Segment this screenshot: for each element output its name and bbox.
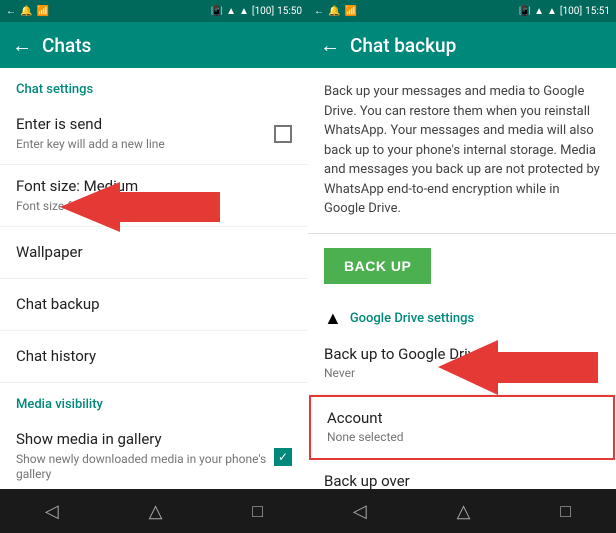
- backup-to-drive-text: Back up to Google Drive Never: [324, 345, 600, 382]
- data-icon: ▲: [239, 6, 249, 17]
- back-up-button[interactable]: BACK UP: [324, 248, 431, 284]
- backup-over-text: Back up over Wi-Fi only: [324, 472, 600, 489]
- back-arrow-status-r: ←: [314, 6, 324, 17]
- status-bar-left: ← 🔔 📶 📳 ▲ ▲ [100] 15:50: [0, 0, 308, 22]
- show-media-item[interactable]: Show media in gallery Show newly downloa…: [0, 418, 308, 489]
- enter-is-send-text: Enter is send Enter key will add a new l…: [16, 115, 274, 152]
- nav-bar-left: ◁ △ □: [0, 489, 308, 533]
- battery-icon: [100]: [252, 6, 274, 17]
- google-drive-section-header: ▲ Google Drive settings: [308, 298, 616, 333]
- toolbar-right: ← Chat backup: [308, 22, 616, 68]
- status-bar-left-icons: ← 🔔 📶: [6, 6, 49, 17]
- account-sublabel: None selected: [327, 430, 597, 446]
- show-media-text: Show media in gallery Show newly downloa…: [16, 430, 274, 483]
- chat-backup-text: Chat backup: [16, 295, 292, 315]
- nav-square-right[interactable]: □: [560, 501, 571, 522]
- backup-to-drive-sublabel: Never: [324, 366, 600, 382]
- chat-backup-label: Chat backup: [16, 295, 292, 315]
- enter-is-send-checkbox[interactable]: [274, 125, 292, 143]
- toolbar-title-left: Chats: [42, 34, 296, 57]
- wifi-icon: 📶: [36, 6, 48, 17]
- back-button-left[interactable]: ←: [12, 35, 32, 55]
- vibrate-icon: 📳: [211, 6, 223, 17]
- data-icon-r: ▲: [547, 6, 557, 17]
- toolbar-title-right: Chat backup: [350, 34, 604, 57]
- nav-back-left[interactable]: ◁: [45, 501, 59, 522]
- wallpaper-text: Wallpaper: [16, 243, 292, 263]
- nav-home-left[interactable]: △: [149, 501, 163, 522]
- wallpaper-label: Wallpaper: [16, 243, 292, 263]
- font-size-text: Font size: Medium Font size for chat scr…: [16, 177, 292, 214]
- backup-over-item[interactable]: Back up over Wi-Fi only: [308, 460, 616, 489]
- vibrate-icon-r: 📳: [519, 6, 531, 17]
- status-bar-right: ← 🔔 📶 📳 ▲ ▲ [100] 15:51: [308, 0, 616, 22]
- nav-square-left[interactable]: □: [252, 501, 263, 522]
- account-item[interactable]: Account None selected: [309, 395, 615, 460]
- chat-backup-item[interactable]: Chat backup: [0, 279, 308, 331]
- font-size-sublabel: Font size for chat screen: [16, 199, 292, 215]
- backup-description: Back up your messages and media to Googl…: [308, 68, 616, 234]
- show-media-sublabel: Show newly downloaded media in your phon…: [16, 452, 274, 483]
- chat-settings-header: Chat settings: [0, 68, 308, 103]
- battery-icon-r: [100]: [560, 6, 582, 17]
- wallpaper-item[interactable]: Wallpaper: [0, 227, 308, 279]
- wifi-signal-icon: ▲: [226, 6, 236, 17]
- nav-home-right[interactable]: △: [457, 501, 471, 522]
- backup-over-label: Back up over: [324, 472, 600, 489]
- font-size-item[interactable]: Font size: Medium Font size for chat scr…: [0, 165, 308, 227]
- toolbar-left: ← Chats: [0, 22, 308, 68]
- enter-is-send-item[interactable]: Enter is send Enter key will add a new l…: [0, 103, 308, 165]
- nav-bar-right: ◁ △ □: [308, 489, 616, 533]
- notification-icon-r: 🔔: [328, 6, 340, 17]
- status-bar-right-left-icons: ← 🔔 📶: [314, 6, 357, 17]
- account-label: Account: [327, 409, 597, 429]
- time-display: 15:50: [277, 6, 302, 17]
- wifi-icon-r: 📶: [344, 6, 356, 17]
- chat-history-text: Chat history: [16, 347, 292, 367]
- media-visibility-header: Media visibility: [0, 383, 308, 418]
- font-size-label: Font size: Medium: [16, 177, 292, 197]
- enter-is-send-sublabel: Enter key will add a new line: [16, 137, 274, 153]
- backup-to-drive-item[interactable]: Back up to Google Drive Never: [308, 333, 616, 395]
- chat-history-item[interactable]: Chat history: [0, 331, 308, 383]
- nav-back-right[interactable]: ◁: [353, 501, 367, 522]
- chat-history-label: Chat history: [16, 347, 292, 367]
- enter-is-send-label: Enter is send: [16, 115, 274, 135]
- left-content: Chat settings Enter is send Enter key wi…: [0, 68, 308, 489]
- status-bar-right-right-icons: 📳 ▲ ▲ [100] 15:51: [519, 6, 610, 17]
- wifi-signal-icon-r: ▲: [534, 6, 544, 17]
- show-media-label: Show media in gallery: [16, 430, 274, 450]
- google-drive-label: Google Drive settings: [350, 311, 474, 326]
- notification-icon: 🔔: [20, 6, 32, 17]
- google-drive-icon: ▲: [324, 308, 342, 329]
- backup-to-drive-label: Back up to Google Drive: [324, 345, 600, 365]
- account-text: Account None selected: [327, 409, 597, 446]
- back-arrow-status: ←: [6, 6, 16, 17]
- show-media-checkbox[interactable]: ✓: [274, 448, 292, 466]
- back-button-right[interactable]: ←: [320, 35, 340, 55]
- time-display-r: 15:51: [585, 6, 610, 17]
- right-content: Back up your messages and media to Googl…: [308, 68, 616, 489]
- status-bar-right-icons: 📳 ▲ ▲ [100] 15:50: [211, 6, 302, 17]
